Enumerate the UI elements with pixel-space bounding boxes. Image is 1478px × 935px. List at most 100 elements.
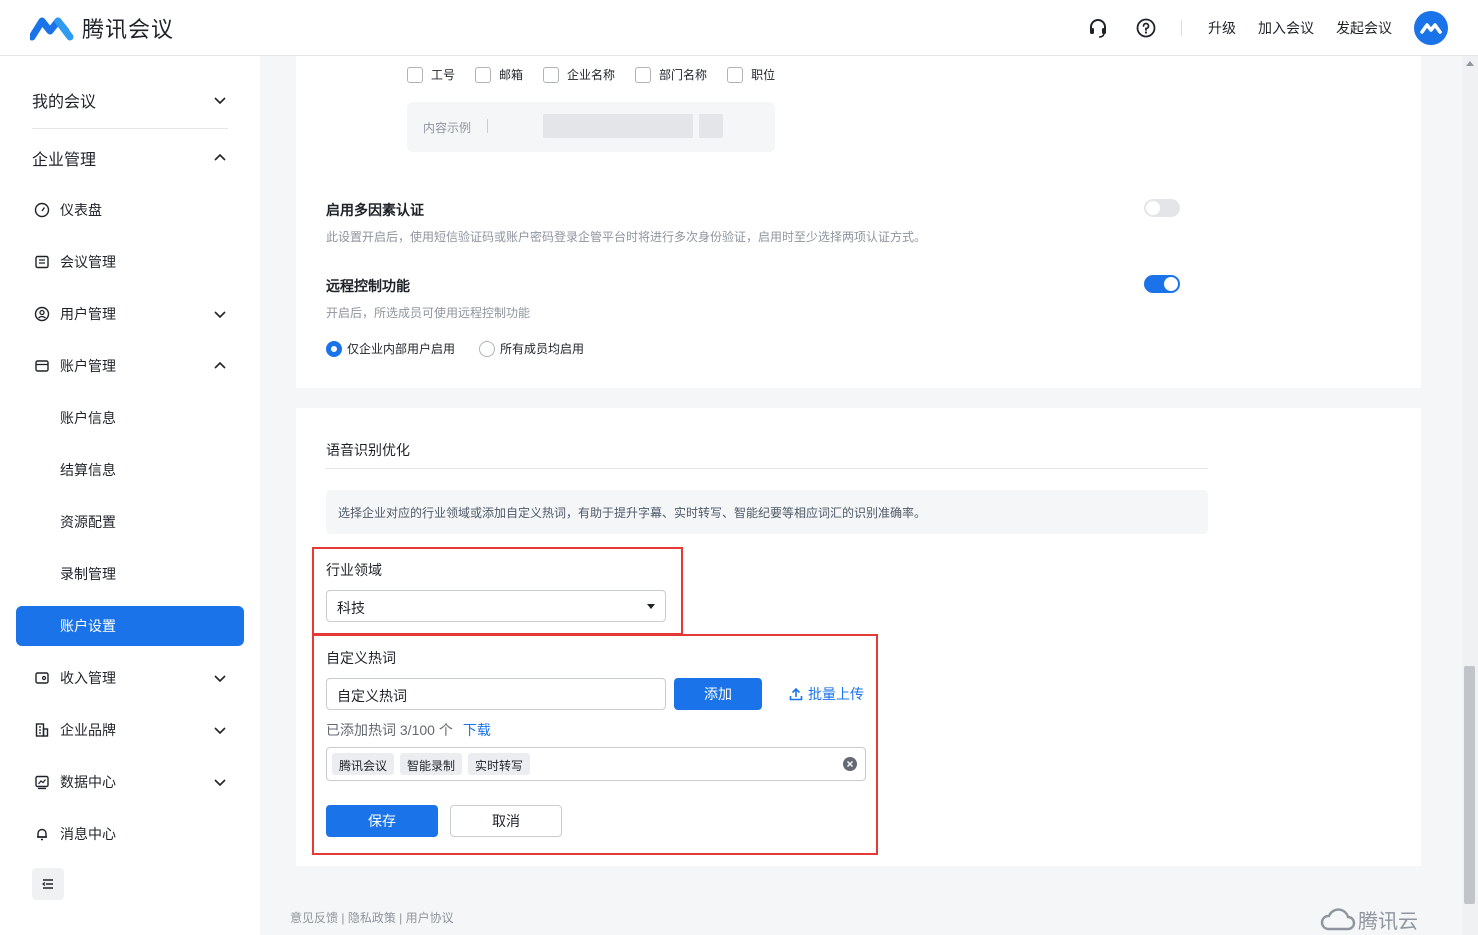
hotword-count-row: 已添加热词 3/100 个 下载 [326,720,491,740]
feedback-link[interactable]: 意见反馈 [290,911,338,925]
upgrade-link[interactable]: 升级 [1208,18,1236,38]
headset-support-icon[interactable] [1087,17,1109,39]
radio-label: 仅企业内部用户启用 [347,342,456,356]
sidebar-item-label: 消息中心 [60,826,116,842]
hotword-input[interactable]: 自定义热词 [326,678,666,710]
nav-my-meetings-label: 我的会议 [32,94,97,111]
radio-internal-only[interactable]: 仅企业内部用户启用 [326,340,455,357]
toggle-knob [1146,201,1160,215]
radio-dot[interactable] [326,340,342,357]
blurred-example-text [699,114,723,138]
footer-links: 意见反馈 | 隐私政策 | 用户协议 [290,911,454,925]
sidebar-item-label: 用户管理 [60,306,116,322]
speech-info-box: 选择企业对应的行业领域或添加自定义热词，有助于提升字幕、实时转写、智能纪要等相应… [326,490,1208,534]
scroll-up-arrow-icon[interactable] [1466,61,1474,66]
sidebar-item-message-center[interactable]: 消息中心 [16,814,244,854]
checkbox-label: 部门名称 [659,68,708,82]
chevron-up-icon [214,153,226,161]
hotword-label: 自定义热词 [326,650,396,666]
sidebar-subitem-resource-config[interactable]: 资源配置 [16,502,244,542]
checkbox-box[interactable] [475,66,492,83]
checkbox-department[interactable]: 部门名称 [635,66,707,83]
chevron-down-icon [214,727,226,735]
scrollbar-thumb[interactable] [1464,666,1475,904]
batch-upload-link[interactable]: 批量上传 [788,684,864,704]
add-hotword-button[interactable]: 添加 [674,678,762,710]
sidebar-item-user-mgmt[interactable]: 用户管理 [16,294,244,334]
sidebar-subitem-billing-info[interactable]: 结算信息 [16,450,244,490]
checkbox-employee-id[interactable]: 工号 [407,66,455,83]
agreement-link[interactable]: 用户协议 [406,911,454,925]
nav-my-meetings[interactable]: 我的会议 [32,80,228,120]
section-divider [326,468,1208,469]
join-meeting-link[interactable]: 加入会议 [1258,18,1314,38]
checkbox-box[interactable] [543,66,560,83]
watermark-options: 工号 邮箱 企业名称 部门名称 职位 [407,66,795,83]
save-button[interactable]: 保存 [326,805,438,837]
security-settings-card: 工号 邮箱 企业名称 部门名称 职位 内容示例 启用多因素认证 此设置开启后，使… [296,56,1421,388]
chevron-down-icon [214,97,226,105]
sidebar-item-enterprise-brand[interactable]: 企业品牌 [16,710,244,750]
header-divider [1181,20,1182,36]
sidebar-item-label: 会议管理 [60,254,116,270]
nav-enterprise-mgmt-label: 企业管理 [32,152,97,169]
speech-section-title: 语音识别优化 [326,442,410,458]
sidebar-item-label: 数据中心 [60,774,116,790]
privacy-link[interactable]: 隐私政策 [348,911,396,925]
mfa-toggle[interactable] [1144,199,1180,217]
hotword-tags-box[interactable]: 腾讯会议 智能录制 实时转写 [326,747,866,781]
batch-upload-label: 批量上传 [808,686,864,702]
cloud-brand-text: 腾讯云 [1358,911,1418,933]
collapse-sidebar-button[interactable] [32,868,64,900]
radio-all-members[interactable]: 所有成员均启用 [479,340,584,357]
chart-icon [35,775,49,790]
sidebar-subitem-recording-mgmt[interactable]: 录制管理 [16,554,244,594]
cloud-icon [1320,907,1356,930]
radio-dot[interactable] [479,340,496,357]
toggle-knob [1164,277,1178,291]
checkbox-box[interactable] [635,66,652,83]
app-name: 腾讯会议 [82,17,175,42]
sidebar-item-account-mgmt[interactable]: 账户管理 [16,346,244,386]
sidebar-item-data-center[interactable]: 数据中心 [16,762,244,802]
clear-tags-icon[interactable] [843,757,857,771]
hotword-tag[interactable]: 智能录制 [400,753,463,775]
sidebar-item-income-mgmt[interactable]: 收入管理 [16,658,244,698]
speech-recognition-card: 语音识别优化 选择企业对应的行业领域或添加自定义热词，有助于提升字幕、实时转写、… [296,408,1421,866]
start-meeting-link[interactable]: 发起会议 [1336,18,1392,38]
download-link[interactable]: 下载 [463,720,491,740]
hotword-tag[interactable]: 实时转写 [468,753,531,775]
checkbox-label: 邮箱 [499,68,524,82]
cancel-button[interactable]: 取消 [450,805,562,837]
sidebar-item-meeting-mgmt[interactable]: 会议管理 [16,242,244,282]
checkbox-box[interactable] [727,66,744,83]
remote-control-toggle[interactable] [1144,275,1180,293]
nav-divider [32,128,228,129]
sidebar-subitem-account-settings[interactable]: 账户设置 [16,606,244,646]
chevron-down-icon [214,779,226,787]
building-icon [35,723,49,737]
sidebar-item-label: 企业品牌 [60,722,116,738]
checkbox-email[interactable]: 邮箱 [475,66,523,83]
industry-select[interactable]: 科技 [326,590,666,622]
user-avatar[interactable] [1414,11,1448,45]
content-example-label: 内容示例 [423,121,472,135]
hotword-tag[interactable]: 腾讯会议 [332,753,395,775]
checkbox-position[interactable]: 职位 [727,66,775,83]
checkbox-label: 企业名称 [567,68,616,82]
sidebar-subitem-account-info[interactable]: 账户信息 [16,398,244,438]
blurred-example-text [543,114,693,138]
checkbox-company-name[interactable]: 企业名称 [543,66,615,83]
nav-enterprise-mgmt[interactable]: 企业管理 [32,138,228,178]
hotword-count: 已添加热词 3/100 个 [326,722,453,738]
checkbox-box[interactable] [407,66,423,83]
sidebar-item-label: 账户管理 [60,358,116,374]
avatar-logo-icon [1420,23,1442,34]
radio-label: 所有成员均启用 [500,342,585,356]
bell-icon [37,828,47,841]
sidebar-item-label: 收入管理 [60,670,116,686]
industry-selected-value: 科技 [337,600,365,616]
help-icon[interactable] [1135,17,1157,39]
sidebar-item-dashboard[interactable]: 仪表盘 [16,190,244,230]
app-logo[interactable]: 腾讯会议 [30,12,174,44]
